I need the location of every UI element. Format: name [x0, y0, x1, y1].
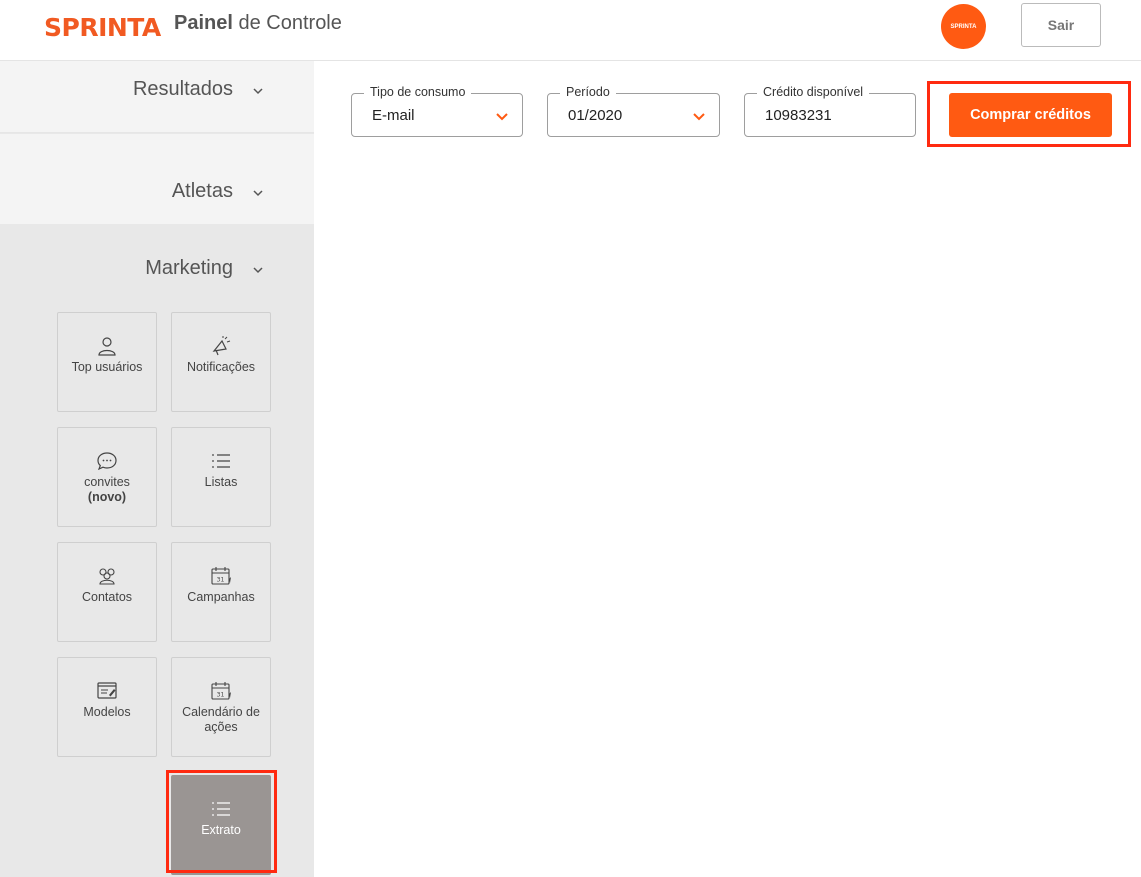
tile-extrato[interactable]: Extrato — [171, 775, 271, 875]
tile-label: Top usuários — [71, 360, 143, 374]
tile-label: convites — [84, 475, 130, 489]
page-title-bold: Painel — [174, 12, 233, 34]
tile-label: Contatos — [81, 590, 133, 604]
tile-label: Campanhas — [187, 590, 255, 604]
tile-contatos[interactable]: Contatos — [57, 542, 157, 642]
menu-atletas[interactable]: Atletas — [0, 134, 314, 224]
credit-field[interactable]: Crédito disponível 10983231 — [744, 85, 916, 137]
tile-campanhas[interactable]: 31 Campanhas — [171, 542, 271, 642]
credit-value: 10983231 — [765, 107, 832, 124]
svg-text:31: 31 — [217, 692, 225, 699]
menu-marketing[interactable]: Marketing — [0, 224, 314, 312]
tile-top-usuarios[interactable]: Top usuários — [57, 312, 157, 412]
menu-resultados[interactable]: Resultados — [0, 61, 314, 133]
list-icon — [212, 454, 230, 468]
list-icon — [212, 802, 230, 816]
page-title: Painel de Controle — [174, 12, 342, 35]
sidebar: Resultados Atletas Marketing Top usuário… — [0, 61, 314, 877]
user-icon — [98, 337, 116, 356]
period-label: Período — [560, 85, 616, 99]
consumption-type-label: Tipo de consumo — [364, 85, 472, 99]
avatar[interactable]: SPRINTA — [941, 4, 986, 49]
buy-credits-button[interactable]: Comprar créditos — [949, 93, 1112, 137]
tile-modelos[interactable]: Modelos — [57, 657, 157, 757]
menu-atletas-label: Atletas — [171, 180, 233, 202]
menu-marketing-label: Marketing — [145, 257, 233, 279]
chevron-down-icon — [253, 88, 263, 95]
logout-button[interactable]: Sair — [1021, 3, 1101, 47]
tile-notificacoes[interactable]: Notificações — [171, 312, 271, 412]
calendar-icon: 31 — [211, 682, 231, 700]
tile-label: Extrato — [201, 823, 241, 837]
consumption-type-value: E-mail — [372, 107, 415, 124]
chat-bubble-icon — [97, 452, 117, 471]
svg-text:31: 31 — [217, 577, 225, 584]
tile-label: Calendário de ações — [182, 705, 260, 734]
tile-label: Modelos — [83, 705, 131, 719]
sprinta-logo[interactable]: SPRINTA — [44, 13, 161, 42]
period-select[interactable]: Período 01/2020 — [547, 85, 720, 137]
tile-convites[interactable]: convites (novo) — [57, 427, 157, 527]
page-title-rest: de Controle — [232, 12, 342, 34]
consumption-type-select[interactable]: Tipo de consumo E-mail — [351, 85, 523, 137]
tile-label: Notificações — [186, 360, 256, 374]
header: SPRINTA Painel de Controle SPRINTA Sair — [0, 0, 1141, 61]
calendar-icon: 31 — [211, 567, 231, 585]
group-icon — [99, 568, 115, 585]
template-icon — [97, 682, 117, 699]
tile-calendario-acoes[interactable]: 31 Calendário de ações — [171, 657, 271, 757]
megaphone-icon — [212, 336, 231, 356]
chevron-down-icon — [253, 267, 263, 274]
chevron-down-icon — [496, 113, 508, 121]
credit-label: Crédito disponível — [757, 85, 870, 99]
menu-resultados-label: Resultados — [132, 78, 233, 100]
tile-listas[interactable]: Listas — [171, 427, 271, 527]
tile-label: Listas — [204, 475, 238, 489]
chevron-down-icon — [693, 113, 705, 121]
chevron-down-icon — [253, 190, 263, 197]
tile-new-badge: (novo) — [87, 490, 127, 504]
period-value: 01/2020 — [568, 107, 623, 124]
